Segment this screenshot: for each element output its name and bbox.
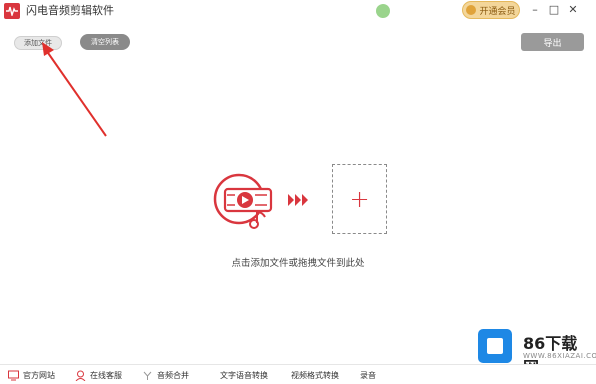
nav-video-convert[interactable]: 视频格式转换 bbox=[276, 368, 339, 382]
minimize-button[interactable]: – bbox=[526, 0, 544, 18]
annotation-arrow-icon bbox=[42, 42, 107, 137]
video-convert-icon bbox=[276, 370, 287, 381]
nav-label: 在线客服 bbox=[90, 370, 122, 380]
app-logo-icon bbox=[4, 3, 20, 19]
watermark-logo-icon bbox=[478, 329, 512, 363]
text-speech-icon bbox=[205, 370, 216, 381]
nav-text-speech[interactable]: 文字语音转换 bbox=[205, 368, 268, 382]
monitor-icon bbox=[8, 370, 19, 381]
bottom-nav: 官方网站 在线客服 音频合并 文字语音转换 视频格式转换 录音 bbox=[0, 364, 596, 384]
nav-label: 文字语音转换 bbox=[220, 370, 268, 380]
plus-icon: + bbox=[349, 185, 370, 213]
nav-record[interactable]: 录音 bbox=[345, 368, 376, 382]
chevrons-right-icon bbox=[288, 194, 308, 206]
watermark: 86下载网 WWW.86XIAZAI.COM bbox=[478, 328, 596, 377]
audio-disc-icon bbox=[213, 173, 273, 229]
merge-icon bbox=[142, 370, 153, 381]
nav-label: 视频格式转换 bbox=[291, 370, 339, 380]
dropzone-hint: 点击添加文件或拖拽文件到此处 bbox=[231, 258, 365, 269]
vip-crown-icon bbox=[466, 5, 477, 15]
status-indicator-icon bbox=[376, 4, 390, 18]
export-button[interactable]: 导出 bbox=[521, 33, 584, 51]
nav-official-site[interactable]: 官方网站 bbox=[8, 368, 55, 382]
nav-audio-merge[interactable]: 音频合并 bbox=[142, 368, 189, 382]
watermark-subtitle: WWW.86XIAZAI.COM bbox=[523, 352, 596, 360]
nav-label: 音频合并 bbox=[157, 370, 189, 380]
title-bar: 闪电音频剪辑软件 开通会员 – □ ✕ bbox=[0, 0, 596, 22]
app-title: 闪电音频剪辑软件 bbox=[26, 4, 114, 17]
maximize-button[interactable]: □ bbox=[545, 0, 563, 18]
nav-label: 官方网站 bbox=[23, 370, 55, 380]
nav-online-support[interactable]: 在线客服 bbox=[75, 368, 122, 382]
vip-button[interactable]: 开通会员 bbox=[462, 1, 520, 19]
vip-label: 开通会员 bbox=[479, 6, 516, 17]
add-file-dropzone[interactable]: + bbox=[332, 164, 387, 234]
nav-label: 录音 bbox=[360, 370, 376, 380]
support-agent-icon bbox=[75, 370, 86, 381]
record-icon bbox=[345, 370, 356, 381]
close-button[interactable]: ✕ bbox=[564, 0, 582, 18]
